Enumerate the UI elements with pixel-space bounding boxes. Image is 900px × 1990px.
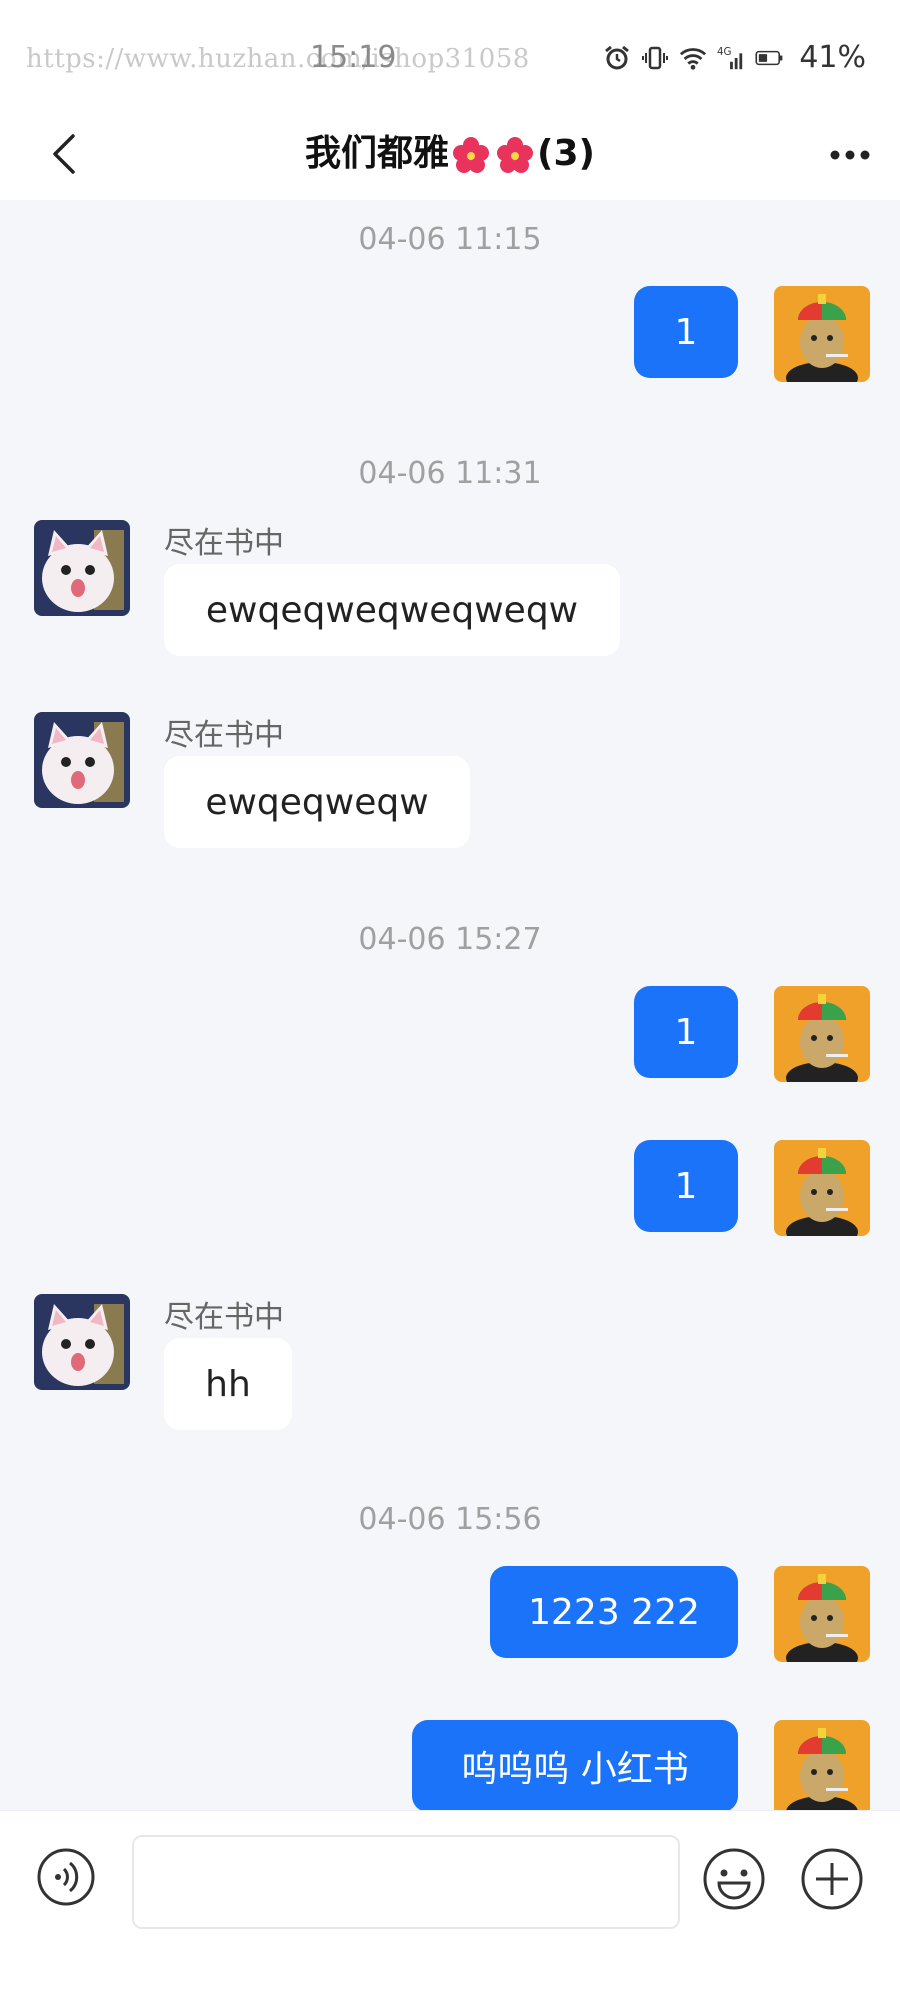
emoji-button[interactable] <box>702 1847 766 1911</box>
sender-name: 尽在书中 <box>164 1300 284 1335</box>
sender-name: 尽在书中 <box>164 718 284 753</box>
emoji-icon <box>703 1848 765 1910</box>
sender-avatar[interactable] <box>34 712 130 808</box>
incoming-message-bubble[interactable]: ewqeqweqweqweqw <box>164 564 620 656</box>
more-button[interactable] <box>822 130 878 180</box>
chat-member-count: (3) <box>537 133 595 174</box>
outgoing-message-bubble[interactable]: 1223 222 <box>490 1566 738 1658</box>
my-avatar[interactable] <box>774 286 870 382</box>
input-bar <box>0 1810 900 1990</box>
battery-icon <box>755 44 783 72</box>
alarm-icon <box>603 44 631 72</box>
message-timestamp: 04-06 15:27 <box>358 922 542 957</box>
my-avatar[interactable] <box>774 1566 870 1662</box>
my-avatar[interactable] <box>774 1720 870 1816</box>
voice-icon <box>37 1848 95 1906</box>
outgoing-message-bubble[interactable]: 1 <box>634 1140 738 1232</box>
wifi-icon <box>679 44 707 72</box>
status-time: 15:19 <box>310 40 397 75</box>
hibiscus-icon <box>453 137 490 173</box>
svg-text:4G: 4G <box>717 46 732 58</box>
outgoing-message-bubble[interactable]: 1 <box>634 986 738 1078</box>
outgoing-message-bubble[interactable]: 呜呜呜 小红书 <box>412 1720 738 1812</box>
my-avatar[interactable] <box>774 986 870 1082</box>
sender-avatar[interactable] <box>34 520 130 616</box>
chat-title-text: 我们都雅 <box>305 133 450 174</box>
incoming-message-bubble[interactable]: hh <box>164 1338 292 1430</box>
more-horizontal-icon <box>830 150 870 160</box>
message-input[interactable] <box>132 1835 680 1929</box>
message-list[interactable]: 04-06 11:15 1 04-06 11:31 尽在书中 ewqeqweqw… <box>0 200 900 1816</box>
battery-percent: 41% <box>799 40 866 75</box>
status-icons: 4G 41% <box>603 40 866 75</box>
vibrate-icon <box>641 44 669 72</box>
chat-title: 我们都雅 (3) <box>0 124 900 176</box>
message-timestamp: 04-06 15:56 <box>358 1502 542 1537</box>
hibiscus-icon <box>497 137 534 173</box>
watermark: https://www.huzhan.com/ishop31058 <box>26 44 530 74</box>
incoming-message-bubble[interactable]: ewqeqweqw <box>164 756 470 848</box>
chat-header: 我们都雅 (3) <box>0 110 900 200</box>
message-timestamp: 04-06 11:15 <box>358 222 542 257</box>
more-actions-button[interactable] <box>800 1847 864 1911</box>
status-bar: https://www.huzhan.com/ishop31058 15:19 … <box>0 0 900 110</box>
4g-icon: 4G <box>717 44 745 72</box>
plus-icon <box>801 1848 863 1910</box>
my-avatar[interactable] <box>774 1140 870 1236</box>
message-timestamp: 04-06 11:31 <box>358 456 542 491</box>
sender-avatar[interactable] <box>34 1294 130 1390</box>
sender-name: 尽在书中 <box>164 526 284 561</box>
outgoing-message-bubble[interactable]: 1 <box>634 286 738 378</box>
voice-button[interactable] <box>36 1847 96 1907</box>
